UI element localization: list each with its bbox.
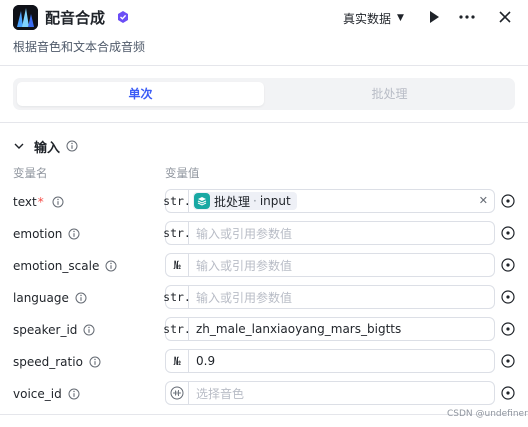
data-source-select[interactable]: 真实数据 ▼ [343,9,404,27]
type-tag: № [166,254,189,276]
close-icon[interactable] [497,9,513,25]
param-row-speaker-id: speaker_id str. zh_male_lanxiaoyang_mars… [0,317,528,343]
variable-picker-icon[interactable] [501,354,515,368]
tab-batch[interactable]: 批处理 [268,82,511,106]
caret-down-icon: ▼ [397,13,404,23]
param-row-language: language str. 输入或引用参数值 [0,285,528,311]
type-tag: str. [163,190,191,212]
tabs-divider [0,122,528,123]
emotion-input[interactable]: str. 输入或引用参数值 [163,221,495,245]
param-label: emotion [13,225,80,243]
input-placeholder: 输入或引用参数值 [196,290,293,305]
info-icon[interactable] [68,228,80,240]
node-title: 配音合成 [45,9,106,27]
node-description: 根据音色和文本合成音频 [13,40,146,54]
variable-picker-icon[interactable] [501,322,515,336]
node-header: 配音合成 真实数据 ▼ 根据音色和文本合成音频 [0,0,528,66]
ref-field: input [259,194,291,208]
speaker-id-input[interactable]: str. zh_male_lanxiaoyang_mars_bigtts [163,317,495,341]
param-label: language [13,289,87,307]
clear-icon[interactable]: ✕ [479,195,488,207]
column-header-value: 变量值 [165,166,200,180]
param-label: speaker_id [13,321,95,339]
emotion-scale-input[interactable]: № 输入或引用参数值 [165,253,495,277]
param-name: speaker_id [13,323,78,337]
type-tag: str. [163,318,191,340]
voice-wave-icon [170,386,184,400]
input-value: 0.9 [196,354,216,368]
param-name: emotion_scale [13,259,100,273]
param-row-emotion-scale: emotion_scale № 输入或引用参数值 [0,253,528,279]
chevron-down-icon[interactable] [13,140,25,152]
ref-source: 批处理 [214,194,251,209]
info-icon[interactable] [52,196,64,208]
ref-separator: · [253,194,257,208]
variable-picker-icon[interactable] [501,226,515,240]
info-icon[interactable] [66,140,78,152]
tab-single[interactable]: 单次 [17,82,264,106]
voice-select[interactable]: 选择音色 [165,381,495,405]
type-tag: str. [163,286,191,308]
app-logo [13,5,38,30]
param-name: text [13,195,37,209]
info-icon[interactable] [68,388,80,400]
param-row-voice-id: voice_id 选择音色 [0,381,528,407]
input-section-header: 输入 [13,137,78,156]
info-icon[interactable] [105,260,117,272]
param-name: language [13,291,69,305]
language-input[interactable]: str. 输入或引用参数值 [163,285,495,309]
mode-tabs: 单次 批处理 [13,78,515,110]
param-name: emotion [13,227,63,241]
voice-type-tag [166,382,189,404]
input-value: zh_male_lanxiaoyang_mars_bigtts [196,322,402,336]
info-icon[interactable] [83,324,95,336]
section-title: 输入 [34,140,61,156]
required-mark: * [37,195,44,209]
param-label: text * [13,193,64,211]
reference-chip[interactable]: 批处理 · input [193,192,297,210]
column-header-name: 变量名 [13,166,48,180]
data-source-label: 真实数据 [343,11,392,26]
verified-badge-icon [118,11,128,23]
input-placeholder: 输入或引用参数值 [196,226,293,241]
header-divider [0,65,528,66]
param-label: voice_id [13,385,80,403]
variable-picker-icon[interactable] [501,290,515,304]
speed-ratio-input[interactable]: № 0.9 [165,349,495,373]
select-placeholder: 选择音色 [196,386,245,401]
param-row-text: text * str. 批处理 · input ✕ [0,189,528,215]
layers-icon [194,193,210,209]
param-label: speed_ratio [13,353,101,371]
info-icon[interactable] [75,292,87,304]
param-label: emotion_scale [13,257,117,275]
type-tag: str. [163,222,191,244]
type-tag: № [166,350,189,372]
variable-picker-icon[interactable] [501,386,515,400]
info-icon[interactable] [89,356,101,368]
play-icon[interactable] [426,9,442,25]
param-row-emotion: emotion str. 输入或引用参数值 [0,221,528,247]
text-input[interactable]: str. 批处理 · input ✕ [163,189,495,213]
watermark: CSDN @undefiner [447,409,528,419]
param-name: speed_ratio [13,355,83,369]
variable-picker-icon[interactable] [501,194,515,208]
variable-picker-icon[interactable] [501,258,515,272]
param-row-speed-ratio: speed_ratio № 0.9 [0,349,528,375]
more-icon[interactable] [458,10,476,24]
input-placeholder: 输入或引用参数值 [196,258,293,273]
param-name: voice_id [13,387,62,401]
